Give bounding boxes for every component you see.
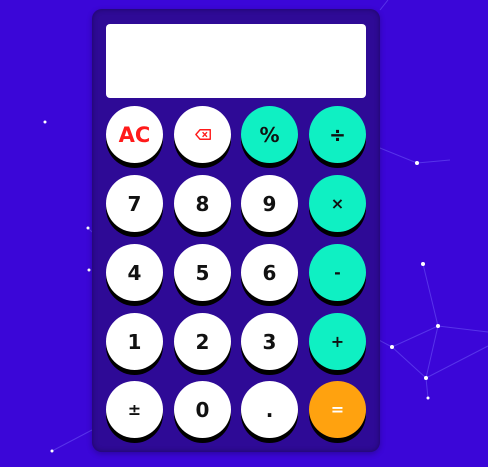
plus-minus-button[interactable]: ± [106,381,163,438]
digit-1-button[interactable]: 1 [106,313,163,370]
all-clear-button[interactable]: AC [106,106,163,163]
calculator-display [106,24,366,98]
minus-button[interactable]: - [309,244,366,301]
digit-4-button[interactable]: 4 [106,244,163,301]
calculator: AC % ÷ 7 8 9 × 4 5 6 - 1 2 3 + ± 0 . = [92,9,380,452]
equals-button[interactable]: = [309,381,366,438]
divide-button[interactable]: ÷ [309,106,366,163]
digit-8-button[interactable]: 8 [174,175,231,232]
digit-9-button[interactable]: 9 [241,175,298,232]
digit-2-button[interactable]: 2 [174,313,231,370]
percent-button[interactable]: % [241,106,298,163]
decimal-button[interactable]: . [241,381,298,438]
multiply-button[interactable]: × [309,175,366,232]
digit-0-button[interactable]: 0 [174,381,231,438]
digit-5-button[interactable]: 5 [174,244,231,301]
digit-3-button[interactable]: 3 [241,313,298,370]
digit-6-button[interactable]: 6 [241,244,298,301]
digit-7-button[interactable]: 7 [106,175,163,232]
plus-button[interactable]: + [309,313,366,370]
backspace-button[interactable] [174,106,231,163]
backspace-icon [194,129,211,140]
